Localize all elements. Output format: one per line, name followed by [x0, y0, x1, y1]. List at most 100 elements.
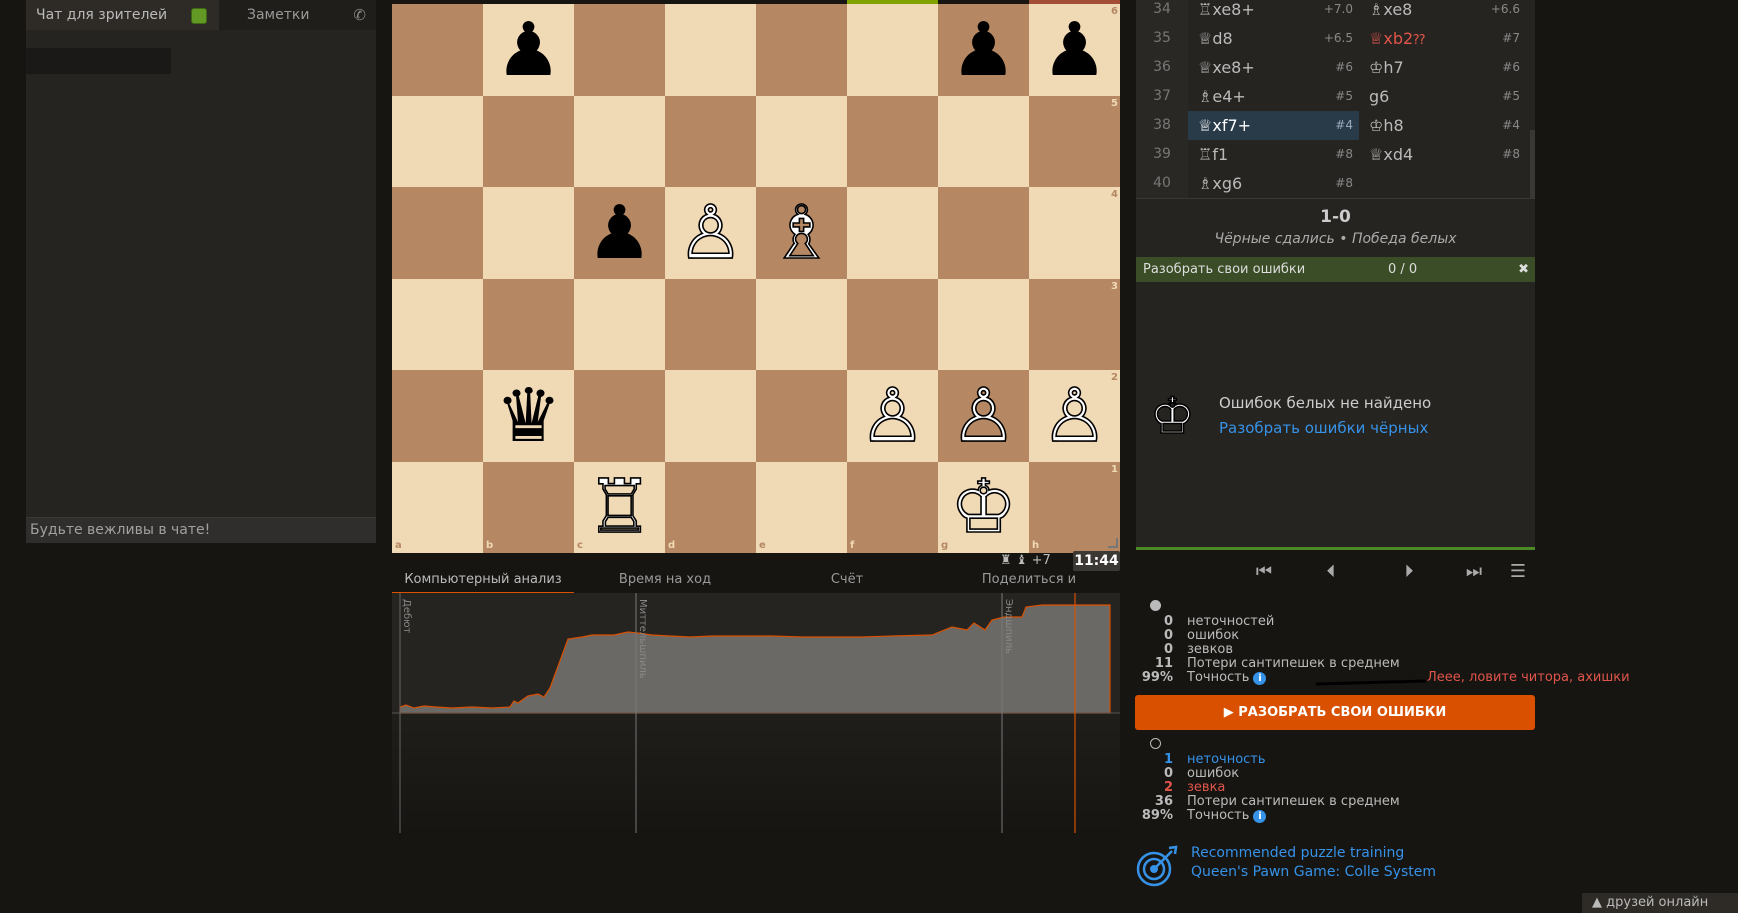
square-a3[interactable] [392, 278, 483, 370]
menu-icon[interactable]: ☰ [1498, 555, 1538, 589]
black-pawn-h6[interactable]: ♟ [1029, 4, 1120, 96]
opening-puzzle-link[interactable]: Queen's Pawn Game: Colle System [1191, 864, 1436, 880]
first-move-button[interactable]: ⏮ [1244, 555, 1284, 589]
chess-board[interactable]: 6 5 4 3 2 a b c d e f g 1 h ♟ ♟ ♟ ♟ ♙ ♗ ♛ ♙ ♙ ♙ ♖ ♔ [392, 0, 1120, 553]
square-f5[interactable] [847, 95, 938, 187]
square-e2[interactable] [756, 370, 847, 462]
square-b1[interactable]: b [483, 461, 574, 553]
black-move[interactable] [1359, 169, 1526, 198]
evaluation-chart[interactable]: Дебют Миттельшпиль Эндшпиль [392, 593, 1120, 833]
black-inaccuracies-link[interactable]: неточность [1187, 752, 1266, 767]
move-eval: #5 [1335, 89, 1353, 103]
tab-chat[interactable]: Чат для зрителей [26, 0, 219, 30]
white-king-g1[interactable]: ♔ [938, 462, 1029, 554]
square-g5[interactable] [938, 95, 1029, 187]
square-e6[interactable] [756, 4, 847, 96]
square-c5[interactable] [574, 95, 665, 187]
square-d3[interactable] [665, 278, 756, 370]
square-a6[interactable] [392, 4, 483, 96]
info-icon[interactable]: i [1253, 810, 1267, 823]
chat-toggle[interactable] [191, 8, 207, 24]
square-d6[interactable] [665, 4, 756, 96]
puzzle-training-link[interactable]: Recommended puzzle training [1191, 845, 1404, 861]
square-f6[interactable] [847, 4, 938, 96]
chat-input[interactable]: Будьте вежливы в чате! [26, 517, 376, 543]
tab-share-export[interactable]: Поделиться и экспортировать [938, 570, 1120, 607]
move-san: ♗e4+ [1198, 87, 1246, 106]
black-pawn-b6[interactable]: ♟ [483, 4, 574, 96]
black-move[interactable]: ♗xe8 +6.6 [1359, 0, 1526, 24]
review-black-mistakes-link[interactable]: Разобрать ошибки чёрных [1219, 419, 1428, 437]
black-pawn-c4[interactable]: ♟ [574, 187, 665, 279]
square-c6[interactable] [574, 4, 665, 96]
square-f3[interactable] [847, 278, 938, 370]
square-e5[interactable] [756, 95, 847, 187]
close-icon[interactable]: ✖ [1518, 257, 1529, 282]
white-bishop-e4[interactable]: ♗ [756, 187, 847, 279]
square-a2[interactable] [392, 370, 483, 462]
square-h1[interactable]: 1h [1029, 461, 1120, 553]
white-blunders-label: зевков [1187, 642, 1234, 657]
square-g3[interactable] [938, 278, 1029, 370]
file-label: f [850, 540, 855, 551]
square-f1[interactable]: f [847, 461, 938, 553]
learn-from-mistakes-button[interactable]: ▶ РАЗОБРАТЬ СВОИ ОШИБКИ [1135, 695, 1535, 730]
next-move-button[interactable]: ⏵ [1389, 555, 1429, 589]
square-d1[interactable]: d [665, 461, 756, 553]
square-b4[interactable] [483, 187, 574, 279]
square-a1[interactable]: a [392, 461, 483, 553]
square-e1[interactable]: e [756, 461, 847, 553]
square-b5[interactable] [483, 95, 574, 187]
white-move[interactable]: ♕xf7+ #4 [1188, 111, 1359, 140]
square-h4[interactable]: 4 [1029, 187, 1120, 279]
white-move[interactable]: ♕xe8+ #6 [1188, 53, 1359, 82]
result-status: Чёрные сдались • Победа белых [1214, 231, 1457, 247]
square-h3[interactable]: 3 [1029, 278, 1120, 370]
move-number: 38 [1136, 111, 1188, 140]
square-d2[interactable] [665, 370, 756, 462]
board-resize-handle[interactable] [1108, 538, 1118, 548]
move-eval: #4 [1502, 118, 1520, 132]
black-move[interactable]: ♕xd4 #8 [1359, 140, 1526, 169]
white-pawn-d4[interactable]: ♙ [665, 187, 756, 279]
white-move[interactable]: ♗e4+ #5 [1188, 82, 1359, 111]
white-accuracy-label: Точность [1187, 670, 1250, 685]
white-move[interactable]: ♖f1 #8 [1188, 140, 1359, 169]
square-a5[interactable] [392, 95, 483, 187]
tab-computer-analysis[interactable]: Компьютерный анализ [392, 570, 574, 594]
white-move[interactable]: ♖xe8+ +7.0 [1188, 0, 1359, 24]
white-pawn-h2[interactable]: ♙ [1029, 370, 1120, 462]
tab-notes[interactable]: Заметки ✆ [219, 0, 376, 30]
black-blunders-link[interactable]: зевка [1187, 780, 1225, 795]
square-a4[interactable] [392, 187, 483, 279]
info-icon[interactable]: i [1253, 672, 1267, 685]
rank-label: 4 [1111, 189, 1118, 200]
tab-move-times[interactable]: Время на ход [574, 570, 756, 594]
square-h5[interactable]: 5 [1029, 95, 1120, 187]
black-move[interactable]: ♔h7 #6 [1359, 53, 1526, 82]
square-c3[interactable] [574, 278, 665, 370]
white-rook-c1[interactable]: ♖ [574, 462, 665, 554]
friends-online-toggle[interactable]: ▲ друзей онлайн [1582, 893, 1738, 913]
last-move-button[interactable]: ⏭ [1454, 555, 1494, 589]
tab-score[interactable]: Счёт [756, 570, 938, 594]
phone-icon[interactable]: ✆ [353, 0, 366, 30]
white-pawn-g2[interactable]: ♙ [938, 370, 1029, 462]
square-e3[interactable] [756, 278, 847, 370]
black-move[interactable]: ♕xb2⁇ #7 [1359, 24, 1526, 53]
move-list: 34 ♖xe8+ +7.0 ♗xe8 +6.6 35 ♕d8 +6.5 ♕xb2⁇ #7 36 ♕xe… [1136, 0, 1535, 198]
square-g4[interactable] [938, 187, 1029, 279]
black-queen-b2[interactable]: ♛ [483, 370, 574, 462]
black-move[interactable]: g6 #5 [1359, 82, 1526, 111]
white-pawn-f2[interactable]: ♙ [847, 370, 938, 462]
square-c2[interactable] [574, 370, 665, 462]
square-b3[interactable] [483, 278, 574, 370]
black-move[interactable]: ♔h8 #4 [1359, 111, 1526, 140]
white-move[interactable]: ♕d8 +6.5 [1188, 24, 1359, 53]
square-d5[interactable] [665, 95, 756, 187]
move-san: ♔h7 [1369, 58, 1404, 77]
black-pawn-g6[interactable]: ♟ [938, 4, 1029, 96]
white-move[interactable]: ♗xg6 #8 [1188, 169, 1359, 198]
prev-move-button[interactable]: ⏴ [1311, 555, 1351, 589]
square-f4[interactable] [847, 187, 938, 279]
